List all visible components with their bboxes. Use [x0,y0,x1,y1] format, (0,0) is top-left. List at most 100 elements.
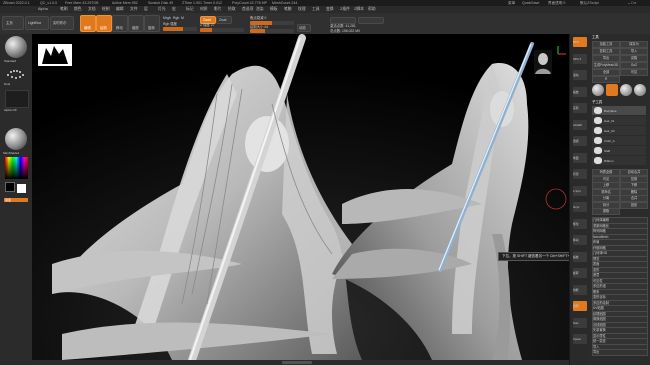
tool-action-button[interactable]: 导出 [592,55,620,62]
menu-item[interactable]: 宏 [172,6,176,13]
tool-thumbnail-icon[interactable] [620,84,632,96]
menu-item[interactable]: 编辑 [116,6,124,13]
subtool-action-button[interactable]: 提取 [592,208,620,215]
home-button[interactable]: 主页 [2,16,24,30]
viewport-tool-button[interactable]: AAHalf [573,119,587,130]
tool-action-button[interactable]: 复制工具 [592,48,620,55]
tool-thumbnail-icon[interactable] [606,84,618,96]
menu-item[interactable]: 纹理 [298,6,306,13]
menu-item[interactable]: 材质 [200,6,208,13]
viewport-tool-button[interactable]: 缩放 [573,251,587,262]
subtool-row[interactable]: Hair_01 [592,116,646,125]
canvas-viewport[interactable]: 下拉，按 SHIFT 键查看另一个 Ctrl+SHIFT+Alt 键提示 [32,34,569,360]
focal-shift-label: 焦点衰减 0 [250,16,267,20]
menu-item[interactable]: 工具 [312,6,320,13]
tool-thumbnail-icon[interactable] [634,84,646,96]
tool-action-button[interactable]: 克隆 [620,55,648,62]
menu-item[interactable]: 模板 [270,6,278,13]
mrgb-toggle[interactable]: Mrgb [163,16,171,20]
menu-item[interactable]: Z脚本 [354,6,364,13]
dynamic-button[interactable]: 动态 [297,24,311,32]
rgb-toggle[interactable]: Rgb [173,16,179,20]
tool-action-button[interactable]: 可见 [620,69,648,76]
dots-stroke-icon[interactable] [5,67,27,81]
toolbar-toggle-a[interactable] [330,17,356,24]
color-picker[interactable] [5,157,28,179]
viewport-tool-button[interactable]: Gxyz [573,202,587,212]
viewport-tool-button[interactable]: 缩放 [573,86,587,97]
viewport-tool-button[interactable]: 透明 [573,301,587,311]
edit-button[interactable]: 编辑 [80,15,96,32]
viewport-tool-button[interactable]: Xpose [573,334,587,344]
alpha-off-icon[interactable] [5,90,29,108]
z-intensity-slider[interactable] [200,28,244,32]
menu-item[interactable]: 渲染 [256,6,264,13]
material-sphere-icon[interactable] [5,128,27,150]
tool-action-button[interactable]: 导入 [620,48,648,55]
viewport-tool-button[interactable]: 旋转 [573,268,587,278]
subtool-row[interactable]: Staff [592,146,646,155]
viewport-tool-button[interactable]: 滚动 [573,70,587,80]
menu-item[interactable]: 拾取 [228,6,236,13]
menu-item[interactable]: 灯光 [158,6,166,13]
viewport-tool-button[interactable]: 地面 [573,152,587,163]
left-shelf: Standard Dots Alpha Off SkinShade4 渐变 [0,34,33,365]
tool-action-button[interactable]: GoZ [620,62,648,69]
m-toggle[interactable]: M [181,16,184,20]
menu-item[interactable]: 标记 [186,6,194,13]
tool-thumbnail-icon[interactable] [592,84,604,96]
menu-item[interactable]: 笔刷 [60,6,68,13]
live-boolean-button[interactable]: 实时布尔 [50,16,74,30]
menu-item[interactable]: 影片 [214,6,222,13]
zsub-button[interactable]: Zsub [216,16,232,24]
rgb-intensity-slider[interactable] [163,27,197,31]
viewport-tool-button[interactable]: L.Sym [573,185,587,196]
viewport-tool-button[interactable]: 线框 [573,284,587,295]
rotate-button[interactable]: 旋转 [144,15,160,32]
menu-item[interactable]: 层 [144,6,148,13]
menu-item[interactable]: 帮助 [368,6,376,13]
menu-item[interactable]: 颜色 [74,6,82,13]
scale-button[interactable]: 缩放 [128,15,144,32]
menu-item[interactable]: Alpha [38,6,48,13]
viewport-tool-button[interactable]: 透视 [573,136,587,146]
secondary-color-swatch[interactable] [5,182,15,192]
toolbar-toggle-b[interactable] [358,17,384,24]
subtool-action-button[interactable]: 投影 [620,201,648,209]
draw-size-slider[interactable] [250,29,294,33]
main-color-swatch[interactable] [17,184,26,193]
menu-item[interactable]: 笔触 [284,6,292,13]
menu-item[interactable]: Z插件 [340,6,350,13]
move-button[interactable]: 移动 [112,15,128,32]
gradient-toggle[interactable]: 渐变 [4,198,28,202]
subtool-row[interactable]: Cloth_A [592,136,646,145]
draw-button[interactable]: 绘制 [96,15,112,32]
tool-action-button[interactable]: 全部 [592,69,620,76]
viewport-tool-button[interactable]: 框架 [573,218,587,229]
viewport-tool-button[interactable]: 实际 [573,103,587,113]
lightbox-button[interactable]: LightBox [25,16,49,30]
sculpture-render[interactable] [32,34,569,360]
subtool-row[interactable]: Hair_02 [592,126,646,135]
tool-action-button[interactable]: 加载工具 [592,41,620,48]
subtool-row[interactable]: Bodyface [592,106,646,115]
total-points: 总点数: 156.022 Mil [330,29,360,33]
standard-brush-icon[interactable] [5,36,27,58]
viewport-tool-button[interactable]: BPR [573,37,587,47]
menu-item[interactable]: 绘制 [102,6,110,13]
tool-action-button[interactable]: 保存为 [620,41,648,48]
menu-item[interactable]: 文件 [130,6,138,13]
tool-action-button[interactable]: 生成PolyMesh3D [592,62,620,69]
top-toolbar: 主页 LightBox 实时布尔 编辑 绘制 移动 缩放 旋转 Mrgb Rgb… [0,13,650,35]
bottom-shelf-handle[interactable] [282,361,312,364]
subtool-row[interactable]: Ribbon [592,156,646,165]
menu-item[interactable]: 文档 [88,6,96,13]
viewport-tool-button[interactable]: SPix 3 [573,53,587,64]
viewport-tool-button[interactable]: 局部 [573,169,587,179]
viewport-tool-button[interactable]: 移动 [573,235,587,245]
menu-item[interactable]: 首选项 [242,6,253,13]
viewport-tool-button[interactable]: Solo [573,317,587,328]
tool-action-button[interactable]: R [592,76,620,83]
tool-subpalette-header[interactable]: 导出 [592,349,648,356]
menu-item[interactable]: 变换 [326,6,334,13]
